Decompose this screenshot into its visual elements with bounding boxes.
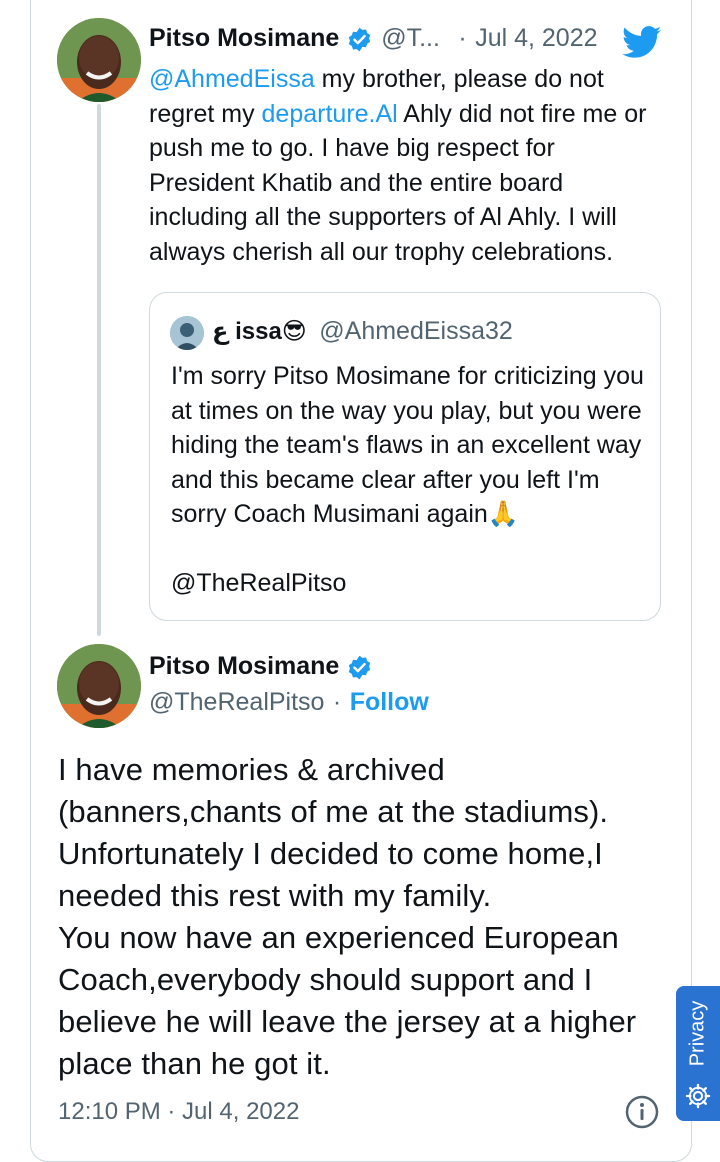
quoted-author-avatar (170, 316, 204, 350)
verified-badge-icon (348, 655, 370, 680)
verified-badge-icon (348, 27, 370, 52)
quoted-author-handle: @AhmedEissa32 (319, 317, 513, 345)
quoted-tweet-text: I'm sorry Pitso Mosimane for criticizing… (171, 362, 644, 528)
reply-date[interactable]: Jul 4, 2022 (475, 24, 597, 52)
header-separator: · (458, 24, 467, 52)
main-tweet-timestamp[interactable]: 12:10 PM · Jul 4, 2022 (58, 1098, 299, 1126)
reply-author-name[interactable]: Pitso Mosimane (149, 24, 339, 52)
main-author-name[interactable]: Pitso Mosimane (149, 652, 339, 680)
follow-button[interactable]: Follow (350, 688, 429, 716)
gear-icon (685, 1083, 711, 1109)
privacy-badge[interactable]: Privacy (676, 986, 720, 1121)
main-author-handle[interactable]: @TheRealPitso (149, 688, 324, 716)
quoted-tweet[interactable]: ع issa😎 @AhmedEissa32 I'm sorry Pitso Mo… (149, 292, 661, 621)
reply-tweet-header: Pitso Mosimane @T... · Jul 4, 2022 (149, 24, 598, 53)
main-tweet-text: I have memories & archived (banners,chan… (58, 752, 637, 1081)
thread-connector (97, 104, 101, 636)
departure-link[interactable]: departure.Al (262, 100, 398, 128)
info-icon[interactable] (625, 1095, 659, 1129)
quoted-author-name: ع issa😎 (212, 318, 307, 345)
reply-author-avatar[interactable] (57, 18, 141, 102)
reply-tweet-text: @AhmedEissa my brother, please do not re… (149, 65, 647, 266)
main-author-avatar[interactable] (57, 644, 141, 728)
twitter-bird-icon[interactable] (622, 26, 662, 59)
handle-separator: · (332, 688, 342, 716)
reply-mention-link[interactable]: @AhmedEissa (149, 65, 315, 93)
reply-author-handle[interactable]: @T... (381, 24, 440, 52)
quoted-tweet-mention: @TheRealPitso (171, 569, 347, 597)
privacy-label: Privacy (686, 1000, 709, 1067)
